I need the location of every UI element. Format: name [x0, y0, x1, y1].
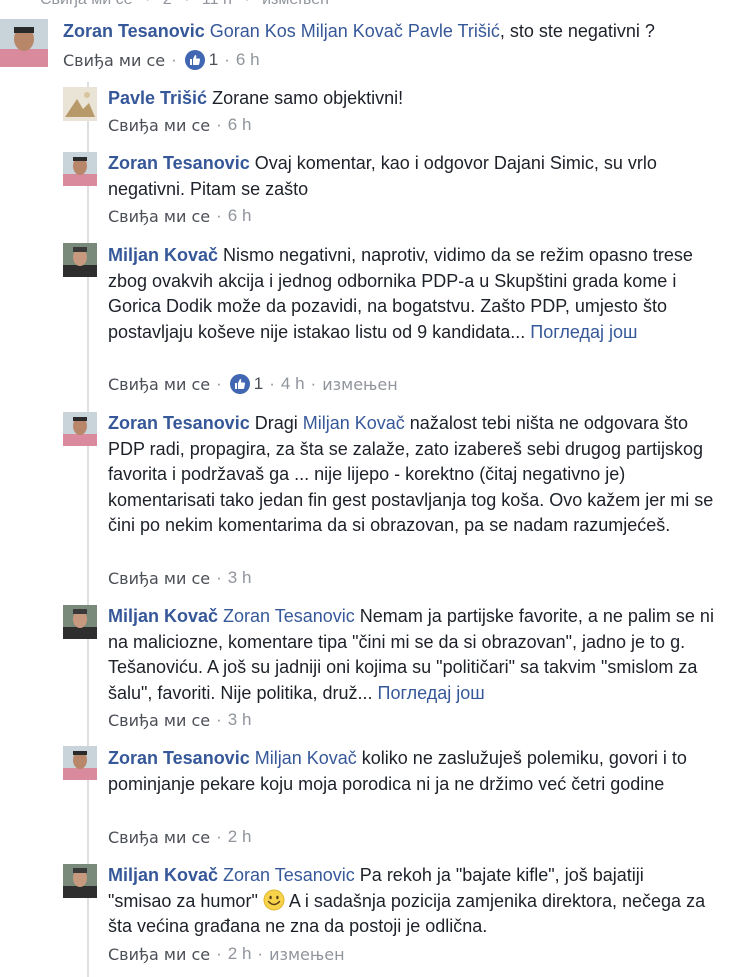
comment-author[interactable]: Miljan Kovač: [108, 245, 218, 265]
comment-author[interactable]: Pavle Trišić: [108, 88, 207, 108]
comment: Zoran Tesanovic Miljan Kovač koliko ne z…: [108, 746, 708, 797]
avatar[interactable]: [63, 243, 97, 277]
comment-meta: Свиђа ми се · 2 h: [108, 827, 252, 847]
timestamp[interactable]: 4 h: [281, 374, 305, 394]
thumbs-up-icon: [229, 374, 250, 394]
comment-author[interactable]: Zoran Tesanovic: [108, 748, 250, 768]
thumbs-up-icon: [184, 50, 205, 70]
comment-author[interactable]: Zoran Tesanovic: [108, 413, 250, 433]
comment: Miljan Kovač Zoran Tesanovic Nemam ja pa…: [108, 604, 718, 706]
like-button[interactable]: Свиђа ми се: [108, 116, 210, 135]
timestamp[interactable]: 6 h: [236, 50, 260, 70]
avatar[interactable]: [63, 87, 97, 121]
like-count: 1: [253, 374, 264, 393]
comment: Miljan Kovač Zoran Tesanovic Pa rekoh ja…: [108, 863, 708, 940]
mention-link[interactable]: Zoran Tesanovic: [223, 606, 355, 626]
avatar[interactable]: [63, 605, 97, 639]
timestamp[interactable]: 3 h: [228, 710, 252, 730]
comment-meta: Свиђа ми се · 1 · 6 h: [63, 50, 260, 70]
like-button[interactable]: Свиђа ми се: [108, 945, 210, 964]
edited-label[interactable]: измењен: [322, 375, 398, 394]
like-button[interactable]: Свиђа ми се: [108, 569, 210, 588]
comment-author[interactable]: Zoran Tesanovic: [108, 153, 250, 173]
comment: Miljan Kovač Nismo negativni, naprotiv, …: [108, 243, 708, 345]
mention-link[interactable]: Miljan Kovač: [303, 413, 405, 433]
comment-meta: Свиђа ми се · 6 h: [108, 206, 252, 226]
comment-meta: Свиђа ми се · 2 h · измењен: [108, 944, 345, 964]
timestamp[interactable]: 6 h: [228, 115, 252, 135]
comment-meta: Свиђа ми се · 6 h: [108, 115, 252, 135]
see-more-link[interactable]: Погледај још: [530, 322, 637, 342]
like-button[interactable]: Свиђа ми се: [63, 51, 165, 70]
like-button[interactable]: Свиђа ми се: [108, 711, 210, 730]
comment: Zoran Tesanovic Dragi Miljan Kovač nažal…: [108, 411, 718, 539]
comment-meta: Свиђа ми се · 3 h: [108, 568, 252, 588]
comment-text: Dragi: [254, 413, 303, 433]
avatar[interactable]: [0, 19, 48, 67]
timestamp[interactable]: 2 h: [228, 944, 252, 964]
like-count: 2: [163, 0, 172, 8]
reply-thread-line: [87, 82, 89, 977]
avatar[interactable]: [63, 412, 97, 446]
avatar[interactable]: [63, 864, 97, 898]
reaction-badge[interactable]: 1: [229, 374, 264, 394]
comment-author[interactable]: Zoran Tesanovic: [63, 21, 205, 41]
avatar[interactable]: [63, 746, 97, 780]
like-button[interactable]: Свиђа ми се: [108, 207, 210, 226]
mention-link[interactable]: Miljan Kovač: [255, 748, 357, 768]
smiley-emoji-icon: [263, 889, 285, 911]
comment-text: , sto ste negativni ?: [499, 21, 655, 41]
comment-author[interactable]: Miljan Kovač: [108, 606, 218, 626]
comment-meta: Свиђа ми се · 1 · 4 h · измењен: [108, 374, 398, 394]
edited-label[interactable]: измењен: [269, 945, 345, 964]
comment: Pavle Trišić Zorane samo objektivni!: [108, 86, 748, 112]
mention-link[interactable]: Zoran Tesanovic: [223, 865, 355, 885]
comment-text: Zorane samo objektivni!: [212, 88, 404, 108]
timestamp[interactable]: 3 h: [228, 568, 252, 588]
avatar[interactable]: [63, 152, 97, 186]
comment: Zoran Tesanovic Goran Kos Miljan Kovač P…: [63, 19, 703, 45]
mention-link[interactable]: Goran Kos Miljan Kovač Pavle Trišić: [210, 21, 500, 41]
reaction-badge[interactable]: 1: [184, 50, 219, 70]
timestamp: 11 h: [202, 0, 232, 8]
timestamp[interactable]: 6 h: [228, 206, 252, 226]
like-button[interactable]: Свиђа ми се: [108, 375, 210, 394]
comment-meta: Свиђа ми се · 3 h: [108, 710, 252, 730]
comment-author[interactable]: Miljan Kovač: [108, 865, 218, 885]
previous-comment-meta: Свиђа ми се · 2 · 11 h · измењен: [40, 0, 329, 9]
like-link[interactable]: Свиђа ми се: [40, 0, 133, 8]
see-more-link[interactable]: Погледај још: [378, 683, 485, 703]
like-count: 1: [208, 50, 219, 69]
like-button[interactable]: Свиђа ми се: [108, 828, 210, 847]
comment: Zoran Tesanovic Ovaj komentar, kao i odg…: [108, 151, 708, 202]
timestamp[interactable]: 2 h: [228, 827, 252, 847]
edited-label: измењен: [262, 0, 329, 8]
